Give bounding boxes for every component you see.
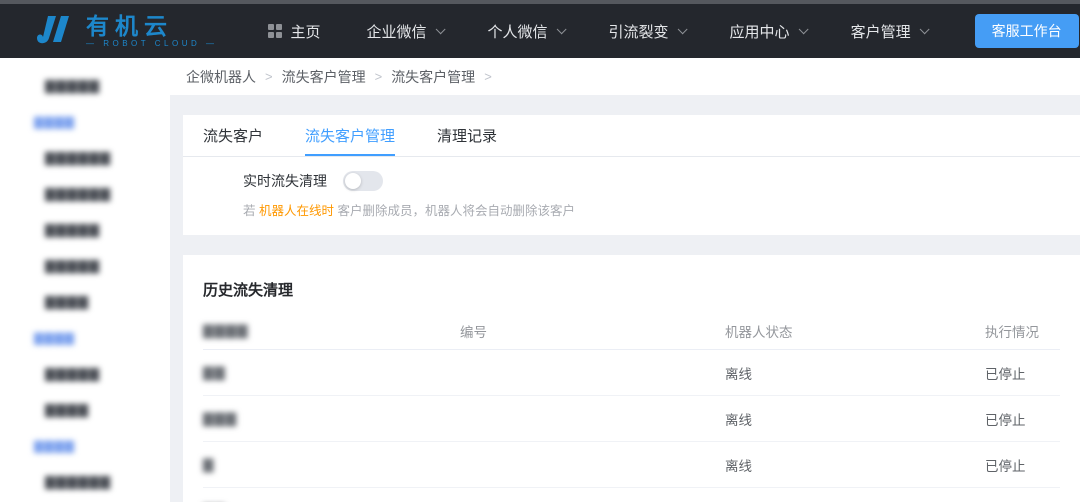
cell-robot-status: 离线: [725, 363, 985, 383]
tab-bar: 流失客户 流失客户管理 清理记录: [183, 115, 1080, 157]
sidebar-item-blurred[interactable]: ▇▇▇▇▇▇: [0, 176, 170, 212]
top-navbar: 有机云 — ROBOT CLOUD — 主页 企业微信 个人微信 引流裂变 应用…: [0, 0, 1080, 58]
menu-item-personal-wechat[interactable]: 个人微信: [465, 4, 586, 58]
table-row[interactable]: ▇▇ 离线 已停止: [203, 350, 1060, 396]
menu-item-work-wechat[interactable]: 企业微信: [344, 4, 465, 58]
table-header-row: ▇▇▇▇ 编号 机器人状态 执行情况: [203, 312, 1060, 350]
logo-name-en: — ROBOT CLOUD —: [86, 39, 217, 48]
cell-execution: 已停止: [985, 363, 1060, 383]
logo[interactable]: 有机云 — ROBOT CLOUD —: [36, 14, 217, 48]
logo-icon: [36, 14, 76, 48]
chevron-down-icon: [677, 24, 687, 34]
cell-execution: 已停止: [985, 409, 1060, 429]
logo-name-cn: 有机云: [86, 15, 217, 37]
menu-item-app-center[interactable]: 应用中心: [707, 4, 828, 58]
history-section-title: 历史流失清理: [203, 279, 1060, 300]
menu-item-label: 主页: [290, 21, 320, 42]
column-header-name-blurred: ▇▇▇▇: [203, 323, 460, 339]
hint-prefix: 若: [243, 204, 259, 218]
sidebar-item-blurred[interactable]: ▇▇▇▇: [0, 392, 170, 428]
menu-item-label: 企业微信: [367, 21, 427, 42]
breadcrumb-item[interactable]: 企微机器人: [186, 67, 256, 87]
chevron-down-icon: [556, 24, 566, 34]
menu-item-home[interactable]: 主页: [245, 4, 343, 58]
toggle-knob: [345, 173, 361, 189]
history-clean-card: 历史流失清理 ▇▇▇▇ 编号 机器人状态 执行情况 ▇▇ 离线 已停止 ▇▇▇ …: [183, 255, 1080, 502]
main-menu: 主页 企业微信 个人微信 引流裂变 应用中心 客户管理: [245, 4, 948, 58]
table-row[interactable]: ▇▇ 离线 已停止: [203, 488, 1060, 502]
chevron-down-icon: [798, 24, 808, 34]
column-header-number: 编号: [460, 321, 725, 341]
service-workbench-button[interactable]: 客服工作台: [975, 14, 1079, 48]
cell-name-blurred: ▇: [203, 457, 460, 473]
menu-item-traffic-fission[interactable]: 引流裂变: [586, 4, 707, 58]
churn-settings-card: 流失客户 流失客户管理 清理记录 实时流失清理 若 机器人在线时 客户删除成员，…: [183, 115, 1080, 235]
chevron-down-icon: [435, 24, 445, 34]
menu-item-customer-mgmt[interactable]: 客户管理: [828, 4, 949, 58]
sidebar: ▇▇▇▇▇ ▇▇▇▇ ▇▇▇▇▇▇ ▇▇▇▇▇▇ ▇▇▇▇▇ ▇▇▇▇▇ ▇▇▇…: [0, 58, 170, 502]
chevron-down-icon: [919, 24, 929, 34]
sidebar-item-blurred[interactable]: ▇▇▇▇▇: [0, 248, 170, 284]
breadcrumb-item[interactable]: 流失客户管理: [391, 67, 475, 87]
sidebar-item-blurred[interactable]: ▇▇▇▇▇: [0, 212, 170, 248]
realtime-clean-label: 实时流失清理: [243, 171, 327, 191]
breadcrumb-separator: >: [484, 69, 492, 84]
menu-item-label: 客户管理: [851, 21, 911, 42]
main-content: 企微机器人 > 流失客户管理 > 流失客户管理 > 流失客户 流失客户管理 清理…: [170, 58, 1080, 502]
sidebar-item-blurred[interactable]: ▇▇▇▇▇▇: [0, 140, 170, 176]
cell-name-blurred: ▇▇▇: [203, 411, 460, 427]
column-header-robot-status: 机器人状态: [725, 321, 985, 341]
realtime-clean-row: 实时流失清理: [243, 171, 1080, 191]
cell-robot-status: 离线: [725, 409, 985, 429]
cell-robot-status: 离线: [725, 455, 985, 475]
tab-clean-records[interactable]: 清理记录: [437, 115, 497, 156]
table-row[interactable]: ▇ 离线 已停止: [203, 442, 1060, 488]
sidebar-item-blurred[interactable]: ▇▇▇▇: [0, 284, 170, 320]
tab-churn-customers[interactable]: 流失客户: [203, 115, 263, 156]
sidebar-section-blurred[interactable]: ▇▇▇▇: [0, 428, 170, 464]
column-header-execution: 执行情况: [985, 321, 1060, 341]
realtime-clean-hint: 若 机器人在线时 客户删除成员，机器人将会自动删除该客户: [243, 200, 1080, 235]
menu-item-label: 应用中心: [730, 21, 790, 42]
breadcrumb-item[interactable]: 流失客户管理: [282, 67, 366, 87]
hint-highlight: 机器人在线时: [259, 204, 334, 218]
breadcrumb-separator: >: [265, 69, 273, 84]
menu-item-label: 引流裂变: [609, 21, 669, 42]
menu-item-label: 个人微信: [488, 21, 548, 42]
cell-name-blurred: ▇▇: [203, 365, 460, 381]
sidebar-item-blurred[interactable]: ▇▇▇▇▇: [0, 356, 170, 392]
cell-execution: 已停止: [985, 455, 1060, 475]
table-row[interactable]: ▇▇▇ 离线 已停止: [203, 396, 1060, 442]
realtime-clean-toggle[interactable]: [343, 171, 383, 191]
sidebar-item-blurred[interactable]: ▇▇▇▇▇▇: [0, 464, 170, 500]
sidebar-section-blurred[interactable]: ▇▇▇▇: [0, 104, 170, 140]
hint-suffix: 客户删除成员，机器人将会自动删除该客户: [334, 204, 575, 218]
sidebar-item-blurred[interactable]: ▇▇▇▇▇: [0, 68, 170, 104]
breadcrumb-separator: >: [375, 69, 383, 84]
home-grid-icon: [268, 24, 282, 38]
tab-churn-customer-mgmt[interactable]: 流失客户管理: [305, 115, 395, 156]
breadcrumb: 企微机器人 > 流失客户管理 > 流失客户管理 >: [170, 58, 1080, 95]
sidebar-section-blurred[interactable]: ▇▇▇▇: [0, 320, 170, 356]
